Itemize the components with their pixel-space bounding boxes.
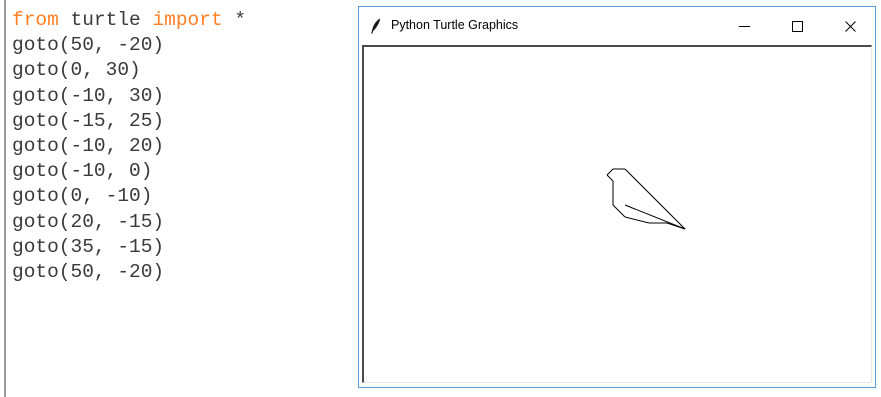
code-keyword: import (152, 9, 223, 31)
turtle-path-segment (624, 216, 650, 224)
code-text: goto(-10, 20) (12, 134, 165, 157)
minimize-icon (738, 25, 750, 27)
turtle-graphics-window[interactable]: Python Turtle Graphics (358, 6, 876, 388)
code-text: turtle (58, 9, 153, 31)
code-text: * (222, 9, 247, 31)
code-text: goto(-10, 30) (12, 84, 165, 107)
turtle-path-segment (612, 204, 626, 218)
editor-left-border (4, 0, 6, 397)
code-text: goto(50, -20) (12, 260, 165, 283)
code-line[interactable]: goto(50, -20) (12, 260, 246, 285)
code-text: goto(0, 30) (12, 59, 141, 82)
code-text: goto(20, -15) (12, 210, 165, 233)
turtle-path-segment (606, 168, 614, 176)
code-line[interactable]: goto(0, -10) (12, 184, 246, 209)
code-line[interactable]: goto(35, -15) (12, 235, 246, 260)
maximize-icon (791, 20, 803, 32)
code-area[interactable]: from turtle import * goto(50, -20) goto(0,… (12, 8, 246, 285)
turtle-path-segment (606, 174, 614, 182)
code-text: goto(0, -10) (12, 185, 153, 208)
code-line[interactable]: goto(20, -15) (12, 210, 246, 235)
code-line[interactable]: goto(-10, 0) (12, 159, 246, 184)
code-line[interactable]: goto(0, 30) (12, 58, 246, 83)
close-button[interactable] (827, 7, 873, 45)
code-editor[interactable]: from turtle import * goto(50, -20) goto(0,… (0, 0, 358, 397)
code-text: goto(-10, 0) (12, 160, 153, 183)
code-line[interactable]: goto(-15, 25) (12, 109, 246, 134)
feather-icon (371, 18, 381, 34)
close-icon (844, 20, 856, 32)
turtle-canvas[interactable] (362, 45, 872, 383)
window-title: Python Turtle Graphics (391, 18, 519, 32)
turtle-drawing (606, 168, 686, 230)
minimize-button[interactable] (721, 7, 767, 45)
title-bar[interactable]: Python Turtle Graphics (359, 7, 875, 45)
code-keyword: from (12, 9, 59, 31)
code-text: goto(50, -20) (12, 34, 165, 57)
code-line[interactable]: goto(-10, 30) (12, 84, 246, 109)
code-line[interactable]: from turtle import * (12, 8, 246, 33)
code-text: goto(35, -15) (12, 235, 165, 258)
code-line[interactable]: goto(50, -20) (12, 33, 246, 58)
turtle-path-segment (624, 204, 686, 230)
code-line[interactable]: goto(-10, 20) (12, 134, 246, 159)
code-text: goto(-15, 25) (12, 109, 165, 132)
maximize-button[interactable] (774, 7, 820, 45)
turtle-path-segment (624, 168, 686, 230)
